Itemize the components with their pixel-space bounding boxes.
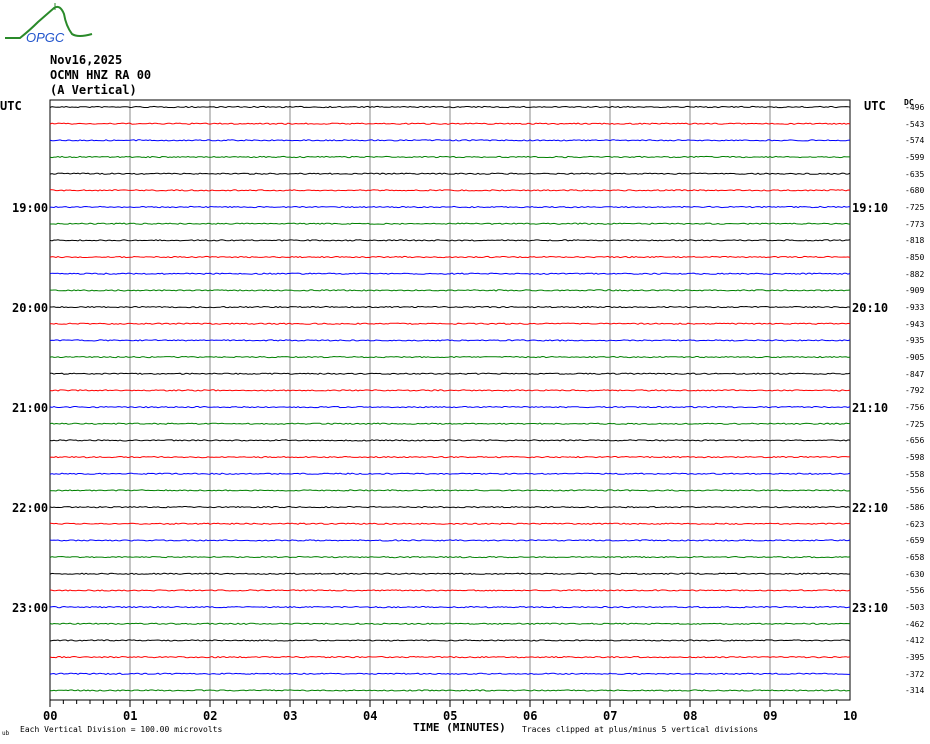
dc-offset-label: -680 [905,186,925,196]
dc-offset-label: -599 [905,153,925,162]
dc-offset-label: -558 [905,469,925,479]
dc-offset-label: -756 [905,403,925,413]
x-tick-label: 01 [123,709,138,723]
x-tick-label: 00 [43,709,58,723]
dc-offset-label: -556 [905,486,925,496]
right-time-label: 20:10 [852,301,889,316]
x-tick-label: 02 [203,709,218,723]
dc-offset-label: -792 [905,386,925,396]
dc-offset-label: -656 [905,436,925,446]
dc-offset-label: -850 [905,253,925,263]
dc-offset-label: -933 [905,303,925,313]
x-tick-label: 10 [843,709,858,723]
dc-offset-label: -496 [905,103,925,112]
seismic-trace [49,205,851,209]
left-time-label: 19:00 [12,201,49,216]
dc-offset-label: -725 [905,419,925,429]
right-time-label: 22:10 [852,501,889,516]
x-axis-title: TIME (MINUTES) [413,721,506,734]
dc-offset-label: -543 [905,119,925,129]
right-time-label: 23:10 [852,601,889,616]
dc-offset-label: -462 [905,619,925,629]
x-tick-label: 08 [683,709,698,723]
dc-offset-label: -598 [905,453,925,463]
x-tick-label: 04 [363,709,378,723]
dc-offset-label: -395 [905,653,925,663]
dc-offset-label: -412 [905,636,925,646]
dc-offset-label: -909 [905,286,925,296]
left-time-label: 20:00 [12,301,49,316]
dc-offset-label: -847 [905,369,925,379]
dc-offset-label: -725 [905,203,925,213]
dc-offset-label: -659 [905,536,925,546]
right-time-label: 19:10 [852,201,889,216]
dc-offset-label: -556 [905,586,925,596]
dc-offset-label: -905 [905,353,925,363]
footer-scale: Each Vertical Division = 100.00 microvol… [20,725,223,734]
dc-offset-label: -882 [905,269,925,279]
right-utc-title: UTC [864,99,886,113]
left-utc-title: UTC [0,99,22,113]
dc-offset-label: -503 [905,603,925,613]
dc-offset-label: -372 [905,669,925,679]
dc-offset-label: -658 [905,553,925,563]
seismogram-plot [49,99,851,707]
dc-offset-label: -943 [905,319,925,329]
x-tick-label: 03 [283,709,298,723]
left-time-label: 22:00 [12,501,49,516]
dc-offset-label: -623 [905,519,925,529]
footer-clip: Traces clipped at plus/minus 5 vertical … [522,725,759,734]
dc-offset-label: -635 [905,169,925,179]
left-time-label: 21:00 [12,401,49,416]
seismic-trace [49,405,851,409]
dc-offset-label: -773 [905,219,925,229]
dc-offset-label: -574 [905,136,925,146]
x-tick-label: 09 [763,709,778,723]
right-time-label: 21:10 [852,401,889,416]
seismic-trace [49,105,851,109]
dc-offset-label: -314 [905,686,925,696]
x-tick-label: 06 [523,709,538,723]
dc-offset-label: -586 [905,503,925,513]
x-tick-label: 07 [603,709,618,723]
seismic-trace [49,639,851,642]
dc-offset-label: -630 [905,569,925,579]
dc-offset-label: -935 [905,336,925,346]
footer-mark: ub [2,730,10,737]
left-time-label: 23:00 [12,601,49,616]
dc-offset-label: -818 [905,236,925,246]
